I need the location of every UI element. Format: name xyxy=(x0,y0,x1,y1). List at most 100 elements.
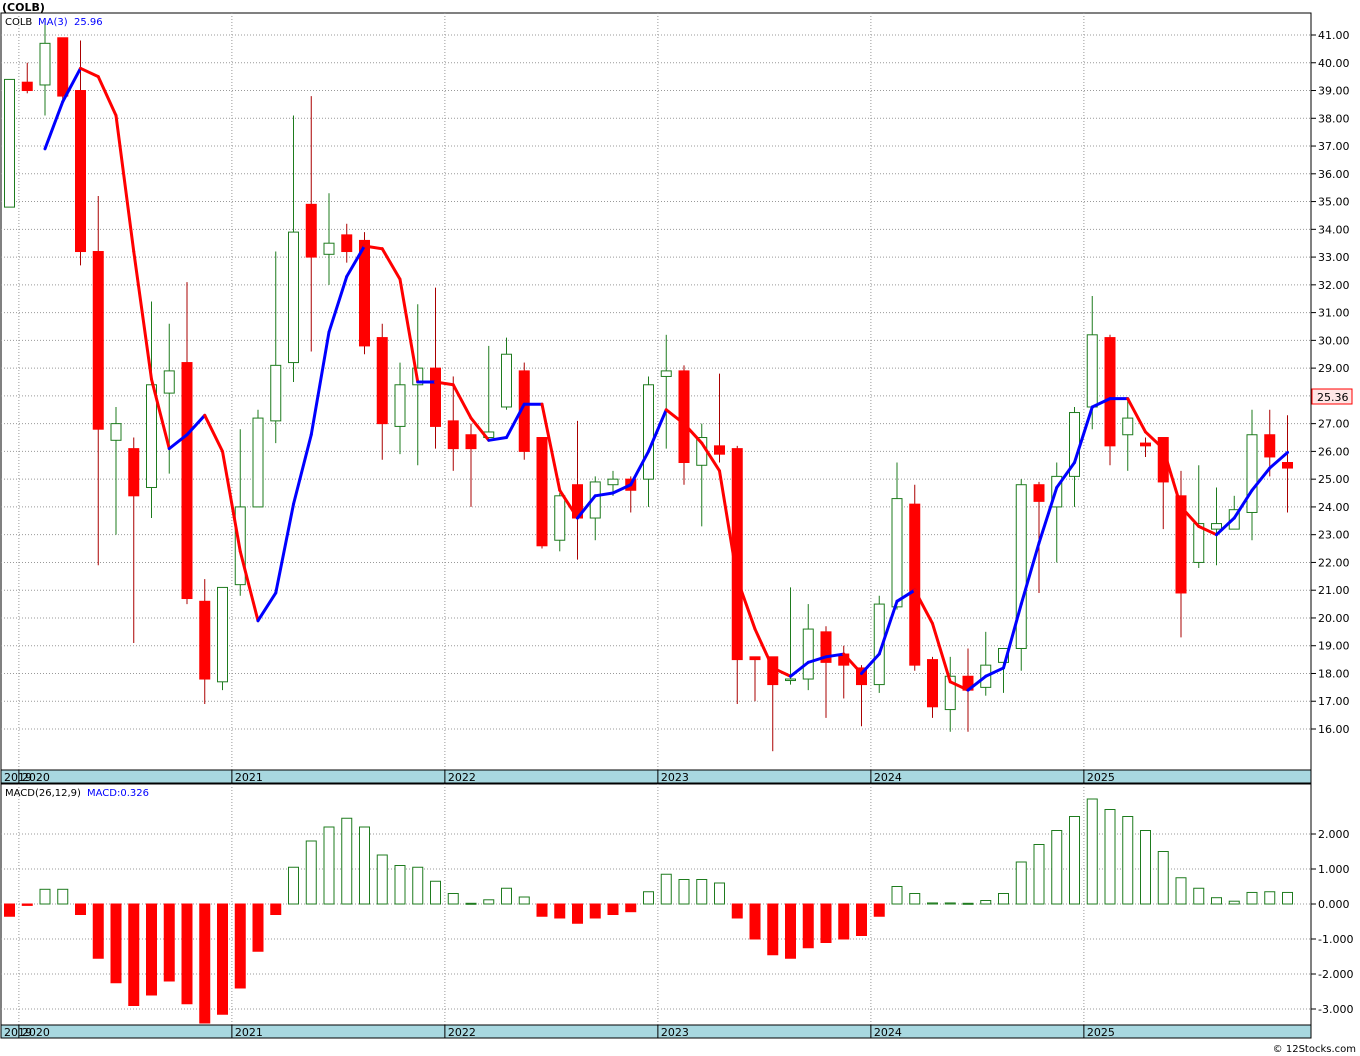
price-tick-label: 41.00 xyxy=(1318,29,1350,42)
macd-bar-positive xyxy=(430,880,441,905)
price-tick-label: 24.00 xyxy=(1318,501,1350,514)
macd-tick-label: -2.000 xyxy=(1318,968,1353,981)
macd-tick-label: 2.000 xyxy=(1318,828,1350,841)
price-tick-label: 22.00 xyxy=(1318,556,1350,569)
macd-bar-positive xyxy=(927,902,938,905)
candle-body-down xyxy=(376,337,388,425)
price-tick-label: 40.00 xyxy=(1318,57,1350,70)
candle-body-up xyxy=(252,417,264,508)
macd-bar-negative xyxy=(270,903,282,915)
candle-body-down xyxy=(1264,434,1276,458)
candle-body-up xyxy=(802,628,814,680)
macd-bar-negative xyxy=(92,903,104,959)
macd-bar-positive xyxy=(891,886,903,905)
candle-body-up xyxy=(643,384,654,480)
candle-body-down xyxy=(927,659,938,708)
macd-bar-positive xyxy=(39,888,51,905)
macd-bar-positive xyxy=(714,882,725,905)
candle-body-up xyxy=(1122,417,1134,436)
candle-body-up xyxy=(1211,523,1222,530)
macd-bar-negative xyxy=(234,903,246,989)
macd-bar-positive xyxy=(323,826,335,905)
price-tick-label: 26.00 xyxy=(1318,445,1350,458)
candle-body-down xyxy=(341,234,353,253)
macd-bar-positive xyxy=(1211,897,1222,905)
macd-bar-positive xyxy=(518,896,530,905)
macd-bar-negative xyxy=(731,903,743,919)
price-tick-label: 23.00 xyxy=(1318,529,1350,542)
macd-bar-negative xyxy=(163,903,175,982)
candle-body-down xyxy=(678,370,690,464)
macd-tick-label: -1.000 xyxy=(1318,933,1353,946)
macd-bar-positive xyxy=(944,902,956,905)
candle-body-down xyxy=(1282,462,1293,469)
candle-body-up xyxy=(501,353,512,408)
macd-year-label: 2024 xyxy=(874,1026,902,1039)
price-tick-label: 27.00 xyxy=(1318,418,1350,431)
candle-body-up xyxy=(1086,334,1098,408)
macd-bar-positive xyxy=(412,866,424,905)
year-label: 2023 xyxy=(661,771,689,784)
price-tick-label: 39.00 xyxy=(1318,85,1350,98)
macd-bar-positive xyxy=(980,900,992,905)
price-tick-label: 20.00 xyxy=(1318,612,1350,625)
macd-bar-negative xyxy=(21,903,33,906)
candle-body-up xyxy=(660,370,672,377)
candle xyxy=(252,409,264,508)
candle-body-down xyxy=(359,239,370,347)
macd-bar-positive xyxy=(1015,861,1027,905)
macd-year-axis: 20192020 2021 2022 2023 2024 2025 xyxy=(0,1024,1312,1039)
macd-bar-positive xyxy=(1122,816,1134,905)
ma-legend-label: MA(3) xyxy=(38,17,68,28)
candle-body-down xyxy=(305,203,317,258)
macd-bar-positive xyxy=(696,879,708,905)
macd-bar-positive xyxy=(1228,900,1240,905)
candle-body-down xyxy=(430,367,441,427)
macd-bar-positive xyxy=(376,854,388,905)
price-tick-label: 35.00 xyxy=(1318,196,1350,209)
macd-bar-positive xyxy=(1282,891,1293,905)
candle-body-up xyxy=(270,364,282,422)
candle-body-down xyxy=(75,90,86,253)
macd-bar-positive xyxy=(1051,830,1063,905)
macd-bar-negative xyxy=(217,903,228,1015)
macd-bar-negative xyxy=(554,903,566,919)
candle-body-up xyxy=(394,384,406,427)
macd-bar-negative xyxy=(873,903,885,917)
macd-bar-negative xyxy=(252,903,264,952)
macd-bar-positive xyxy=(1193,887,1205,905)
macd-legend-value: MACD:0.326 xyxy=(87,788,149,799)
candle xyxy=(4,78,15,208)
candle-body-down xyxy=(92,251,104,430)
candle xyxy=(217,586,228,691)
macd-bar-positive xyxy=(678,879,690,905)
candle-body-down xyxy=(447,420,459,450)
candle xyxy=(536,437,548,549)
macd-bar-negative xyxy=(820,903,832,943)
macd-bar-negative xyxy=(75,903,86,915)
macd-tick-label: 0.000 xyxy=(1318,898,1350,911)
macd-bar-positive xyxy=(643,891,654,905)
macd-bar-positive xyxy=(660,873,672,905)
macd-bar-positive xyxy=(909,893,921,905)
candle-body-up xyxy=(785,678,796,682)
price-tick-label: 29.00 xyxy=(1318,362,1350,375)
macd-tick-label: -3.000 xyxy=(1318,1003,1353,1016)
candle-body-down xyxy=(1033,484,1045,502)
candle-body-down xyxy=(1140,442,1151,447)
macd-bar-negative xyxy=(536,903,548,917)
candle-body-up xyxy=(1015,484,1027,649)
price-tick-label: 30.00 xyxy=(1318,334,1350,347)
candle-body-down xyxy=(909,503,921,666)
macd-bar-negative xyxy=(110,903,122,984)
candle-body-up xyxy=(146,384,157,488)
candle-body-down xyxy=(465,434,477,450)
candle-body-down xyxy=(199,600,211,680)
macd-bar-positive xyxy=(483,899,495,905)
price-tick-label: 21.00 xyxy=(1318,584,1350,597)
candle xyxy=(1015,479,1027,671)
macd-bar-positive xyxy=(1175,877,1187,905)
macd-year-label: 2020 xyxy=(22,1026,50,1039)
macd-bar-positive xyxy=(1140,830,1151,905)
macd-bar-negative xyxy=(572,903,583,924)
